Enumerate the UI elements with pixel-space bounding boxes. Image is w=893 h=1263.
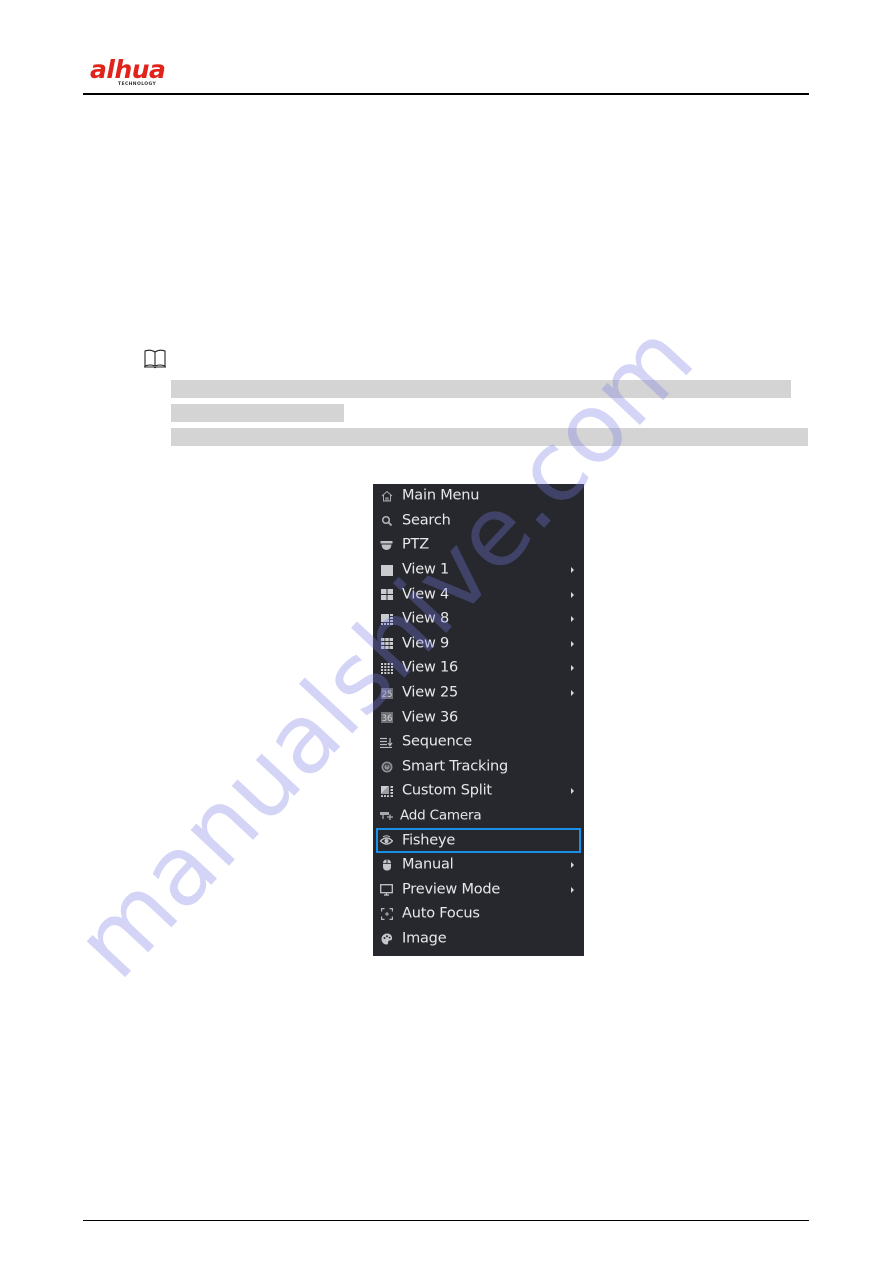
menu-item-auto-focus[interactable]: Auto Focus (373, 902, 584, 927)
submenu-arrow-icon (571, 567, 574, 574)
menu-item-label: Search (402, 512, 451, 529)
menu-item-label: Manual (402, 856, 454, 873)
menu-item-image[interactable]: Image (373, 927, 584, 952)
menu-item-label: View 25 (402, 684, 459, 701)
view-1-icon (380, 564, 393, 576)
menu-item-label: Custom Split (402, 783, 492, 800)
footer-divider (83, 1220, 809, 1221)
menu-item-label: View 8 (402, 610, 450, 627)
menu-item-label: PTZ (402, 537, 429, 554)
menu-item-label: View 9 (402, 635, 450, 652)
note-line-redacted (171, 380, 791, 398)
view-8-icon (380, 613, 393, 625)
focus-icon (380, 908, 393, 921)
menu-item-view-36[interactable]: 36 View 36 (373, 705, 584, 730)
custom-split-icon (380, 785, 393, 797)
menu-item-label: Smart Tracking (402, 758, 509, 775)
menu-item-preview-mode[interactable]: Preview Mode (373, 878, 584, 903)
context-menu: Main Menu Search PTZ View 1 View 4 View … (373, 484, 584, 956)
book-icon (143, 349, 167, 369)
view-16-icon (380, 662, 393, 674)
menu-item-view-8[interactable]: View 8 (373, 607, 584, 632)
home-icon (380, 490, 393, 502)
menu-item-sequence[interactable]: Sequence (373, 730, 584, 755)
dahua-logo: alhua TECHNOLOGY (90, 55, 200, 91)
submenu-arrow-icon (571, 640, 574, 647)
menu-item-add-camera[interactable]: Add Camera (373, 804, 584, 829)
monitor-icon (380, 883, 393, 896)
search-icon (380, 515, 393, 527)
document-page: alhua TECHNOLOGY Main Menu Search PTZ Vi… (0, 0, 893, 1263)
menu-item-view-16[interactable]: View 16 (373, 656, 584, 681)
view-25-icon: 25 (380, 687, 393, 699)
menu-item-search[interactable]: Search (373, 509, 584, 534)
menu-item-label: Image (402, 930, 447, 947)
fisheye-icon (380, 834, 393, 847)
submenu-arrow-icon (571, 862, 574, 869)
menu-item-view-4[interactable]: View 4 (373, 582, 584, 607)
submenu-arrow-icon (571, 616, 574, 623)
view-36-icon-text: 36 (381, 714, 392, 723)
menu-item-label: View 16 (402, 660, 459, 677)
submenu-arrow-icon (571, 886, 574, 893)
menu-item-label: View 36 (402, 709, 459, 726)
note-line-redacted (171, 428, 808, 446)
menu-item-ptz[interactable]: PTZ (373, 533, 584, 558)
header-divider (83, 93, 809, 95)
menu-item-view-1[interactable]: View 1 (373, 558, 584, 583)
menu-item-view-9[interactable]: View 9 (373, 632, 584, 657)
menu-item-label: Add Camera (400, 807, 482, 824)
view-4-icon (380, 589, 393, 601)
palette-icon (380, 933, 393, 945)
submenu-arrow-icon (571, 788, 574, 795)
logo-wordmark: alhua (90, 55, 166, 84)
submenu-arrow-icon (571, 591, 574, 598)
mouse-icon (380, 859, 393, 871)
view-9-icon (380, 638, 393, 650)
menu-item-label: Preview Mode (402, 881, 501, 898)
menu-item-label: Fisheye (402, 832, 456, 849)
add-camera-icon (380, 810, 393, 822)
submenu-arrow-icon (571, 690, 574, 697)
menu-item-custom-split[interactable]: Custom Split (373, 779, 584, 804)
menu-item-label: Main Menu (402, 487, 480, 504)
menu-item-main-menu[interactable]: Main Menu (373, 484, 584, 509)
menu-item-manual[interactable]: Manual (373, 853, 584, 878)
view-36-icon: 36 (380, 712, 393, 724)
menu-item-fisheye[interactable]: Fisheye (373, 828, 584, 853)
smart-tracking-icon (380, 761, 393, 773)
menu-item-label: View 1 (402, 561, 450, 578)
view-25-icon-text: 25 (381, 690, 392, 699)
note-line-redacted (171, 404, 344, 422)
menu-item-label: View 4 (402, 586, 450, 603)
menu-item-smart-tracking[interactable]: Smart Tracking (373, 755, 584, 780)
menu-item-label: Auto Focus (402, 906, 480, 923)
logo-subtext: TECHNOLOGY (118, 82, 157, 87)
menu-item-view-25[interactable]: 25 View 25 (373, 681, 584, 706)
menu-item-label: Sequence (402, 733, 472, 750)
submenu-arrow-icon (571, 665, 574, 672)
dome-camera-icon (380, 539, 393, 551)
sequence-icon (380, 736, 393, 748)
